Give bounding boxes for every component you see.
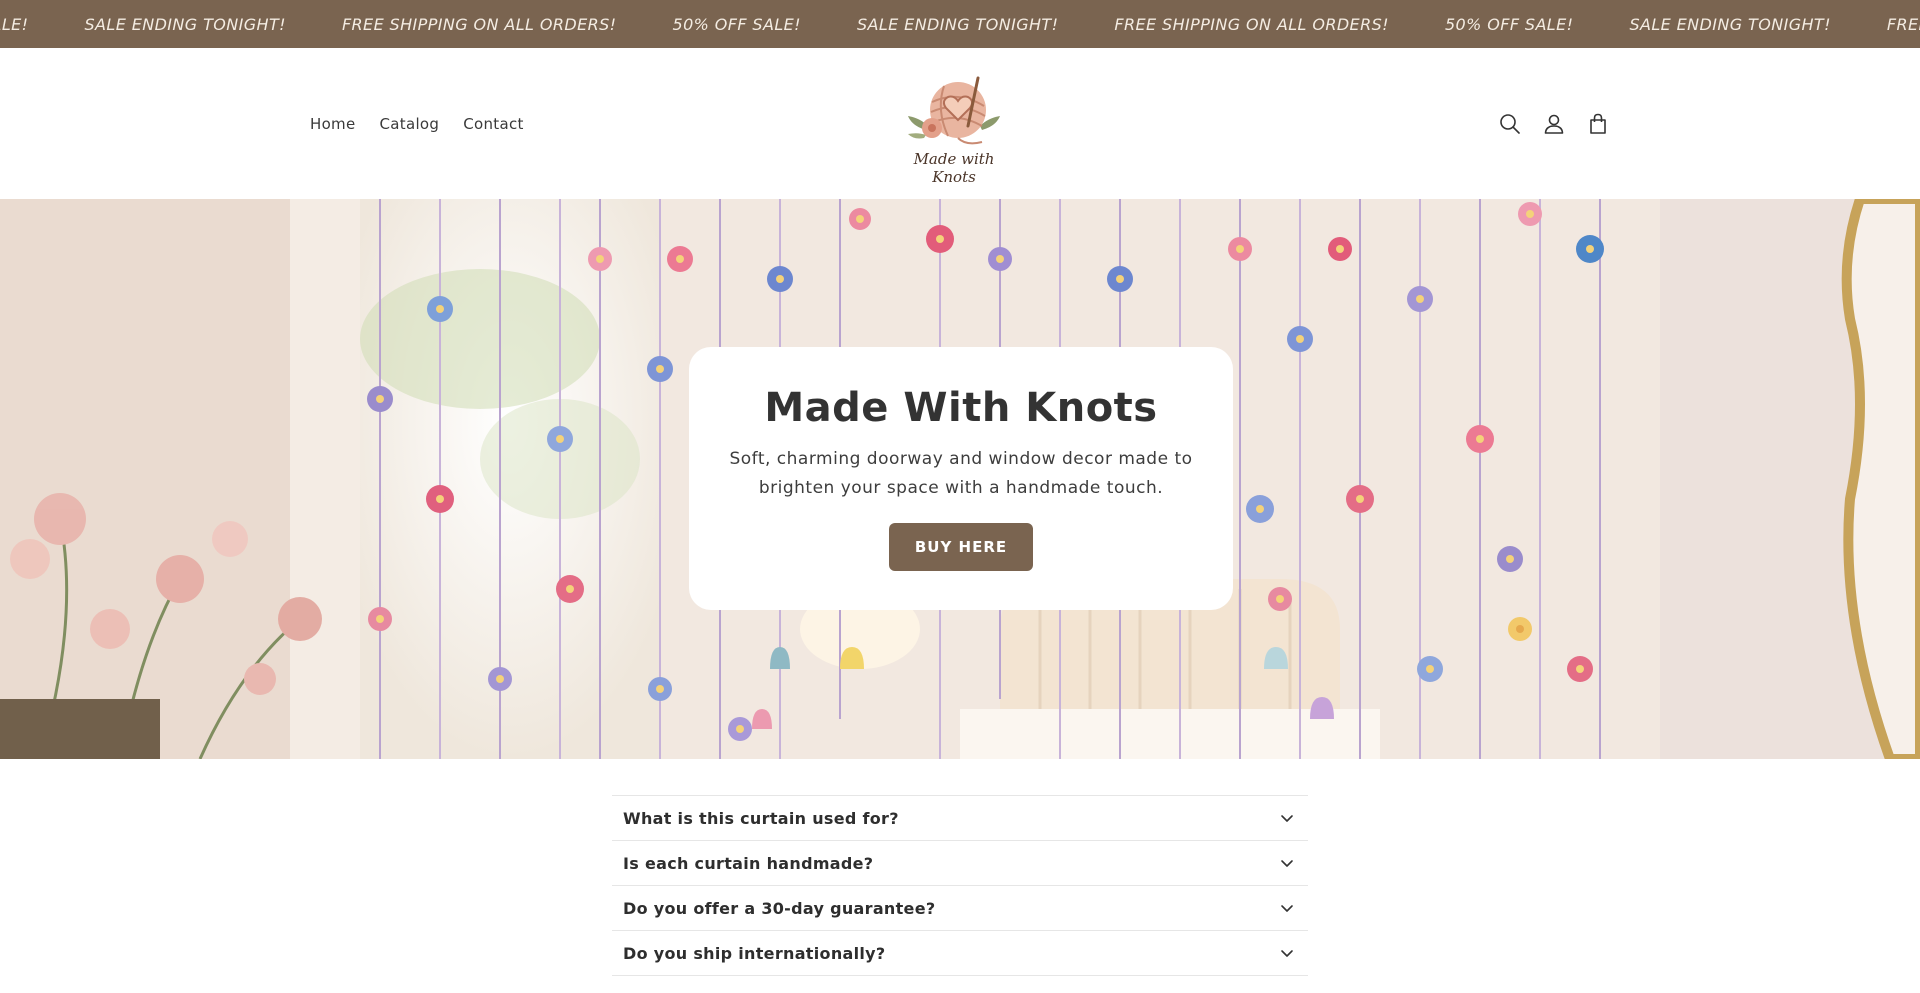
announcement-item: 50% OFF SALE!	[1444, 14, 1574, 34]
buy-here-button[interactable]: BUY HERE	[889, 523, 1033, 571]
announcement-item: FREE SHIPPING ON ALL ORDERS!	[341, 14, 617, 34]
announcement-item: SALE ENDING TONIGHT!	[84, 14, 286, 34]
faq-question: Is each curtain handmade?	[623, 854, 874, 873]
header-actions	[1498, 48, 1610, 199]
cart-icon[interactable]	[1586, 112, 1610, 136]
nav-link-home[interactable]: Home	[310, 115, 356, 133]
announcement-item: FREE SHIPPING ON ALL ORDERS!	[1886, 14, 1920, 34]
faq-item-divider	[612, 975, 1308, 993]
site-header: Home Catalog Contact Made with Knots	[0, 48, 1920, 199]
nav-link-contact[interactable]: Contact	[463, 115, 523, 133]
faq-question: Do you ship internationally?	[623, 944, 886, 963]
faq-accordion: What is this curtain used for? Is each c…	[612, 795, 1308, 993]
announcement-track: 50% OFF SALE! SALE ENDING TONIGHT! FREE …	[0, 0, 1920, 48]
faq-question: What is this curtain used for?	[623, 809, 899, 828]
chevron-down-icon	[1281, 950, 1293, 957]
announcement-bar: 50% OFF SALE! SALE ENDING TONIGHT! FREE …	[0, 0, 1920, 48]
announcement-item: SALE ENDING TONIGHT!	[1629, 14, 1831, 34]
site-logo[interactable]: Made with Knots	[896, 68, 1012, 186]
hero-title: Made With Knots	[764, 385, 1158, 431]
faq-item[interactable]: What is this curtain used for?	[612, 795, 1308, 840]
logo-text: Made with Knots	[913, 150, 995, 186]
hero-subtitle: Soft, charming doorway and window decor …	[729, 449, 1193, 498]
hero-card: Made With Knots Soft, charming doorway a…	[689, 347, 1233, 610]
faq-question: Do you offer a 30-day guarantee?	[623, 899, 936, 918]
hero-banner: Made With Knots Soft, charming doorway a…	[0, 199, 1920, 759]
faq-item[interactable]: Is each curtain handmade?	[612, 840, 1308, 885]
main-nav: Home Catalog Contact	[310, 48, 524, 199]
chevron-down-icon	[1281, 905, 1293, 912]
yarn-heart-icon	[908, 76, 1000, 145]
nav-link-catalog[interactable]: Catalog	[380, 115, 440, 133]
faq-item[interactable]: Do you offer a 30-day guarantee?	[612, 885, 1308, 930]
chevron-down-icon	[1281, 860, 1293, 867]
announcement-item: 50% OFF SALE!	[0, 14, 29, 34]
announcement-item: 50% OFF SALE!	[672, 14, 801, 34]
account-icon[interactable]	[1542, 112, 1566, 136]
chevron-down-icon	[1281, 815, 1293, 822]
announcement-item: FREE SHIPPING ON ALL ORDERS!	[1114, 14, 1389, 34]
search-icon[interactable]	[1498, 112, 1522, 136]
announcement-item: SALE ENDING TONIGHT!	[856, 14, 1059, 34]
faq-item[interactable]: Do you ship internationally?	[612, 930, 1308, 975]
